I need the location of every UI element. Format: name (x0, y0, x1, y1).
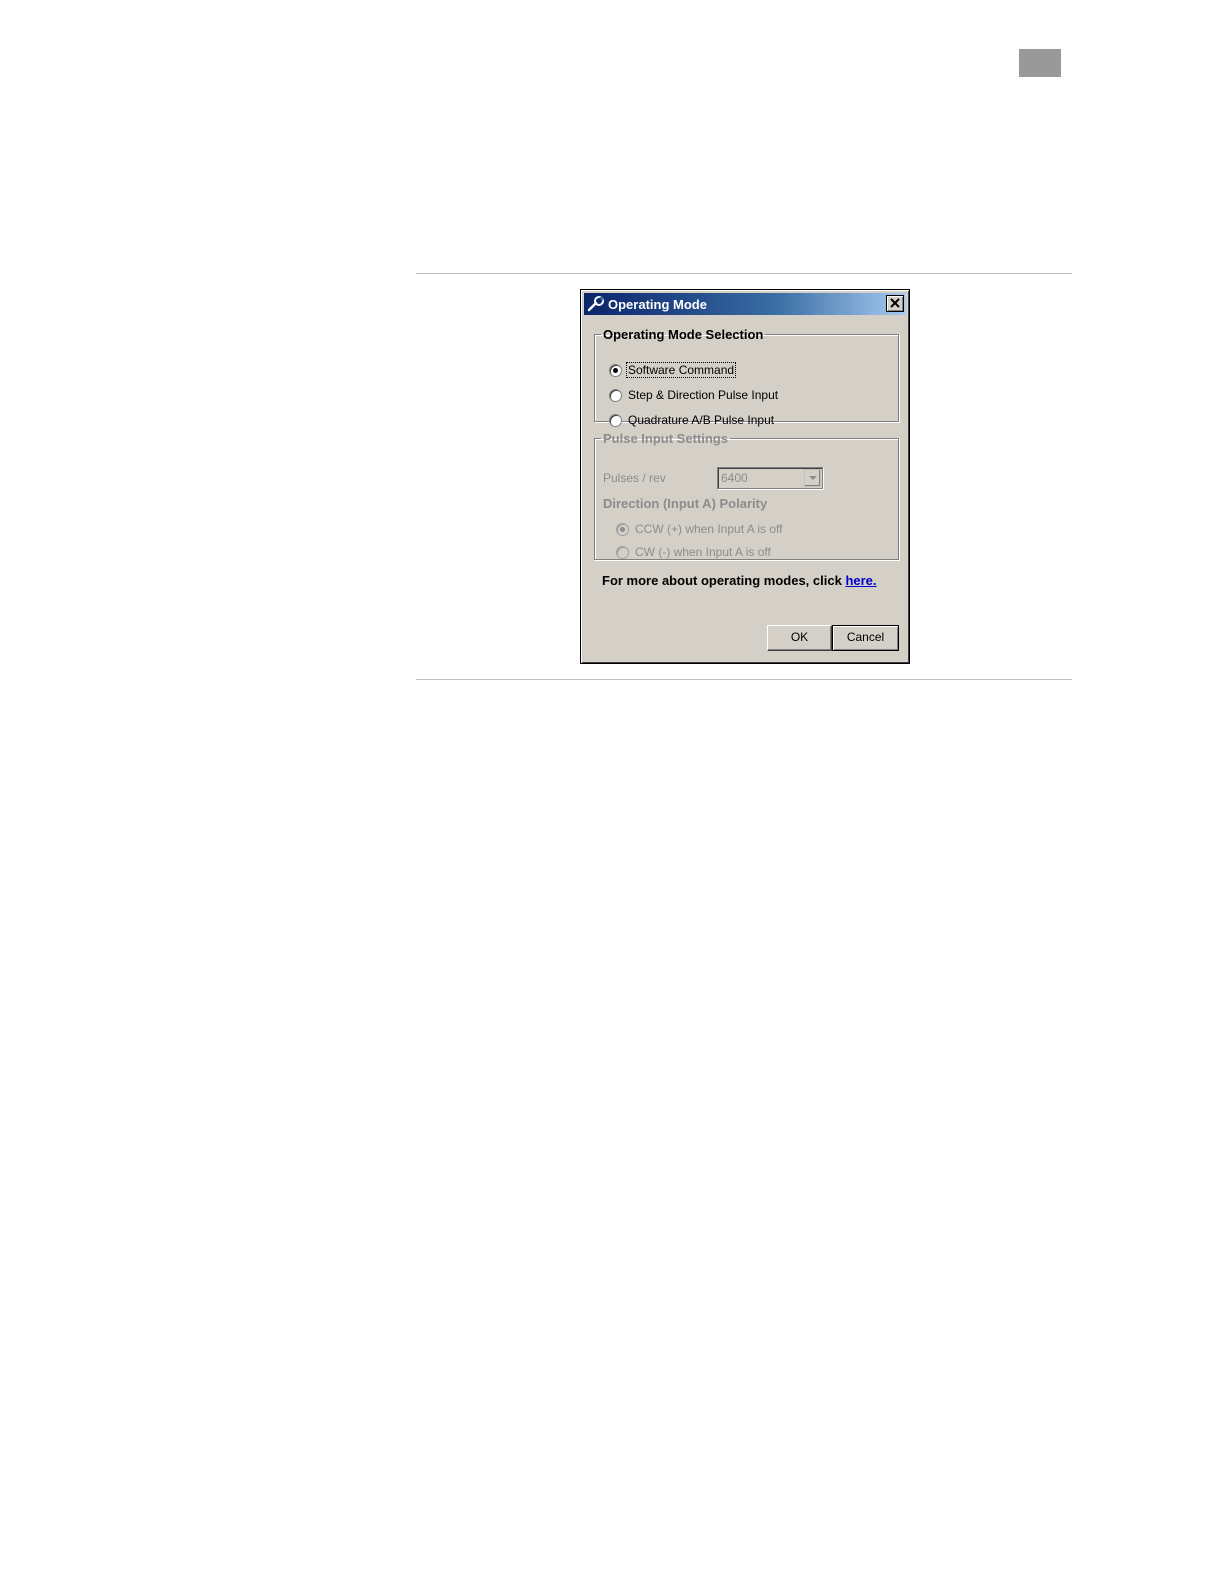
direction-polarity-heading: Direction (Input A) Polarity (603, 496, 768, 511)
operating-mode-selection-group: Operating Mode Selection Software Comman… (594, 327, 899, 427)
operating-mode-selection-legend: Operating Mode Selection (603, 327, 764, 342)
operating-modes-info: For more about operating modes, click he… (602, 573, 877, 588)
page-corner-tab (1019, 49, 1061, 77)
figure-bottom-rule (416, 679, 1072, 680)
pulses-per-rev-select[interactable]: 6400 (717, 467, 823, 489)
pulses-per-rev-label: Pulses / rev (603, 471, 666, 485)
radio-label: CCW (+) when Input A is off (635, 522, 783, 536)
here-link[interactable]: here. (845, 573, 876, 588)
chevron-down-icon (809, 476, 817, 480)
close-button[interactable] (886, 295, 904, 312)
close-icon (890, 298, 900, 308)
radio-button[interactable] (609, 414, 622, 427)
radio-cw-polarity[interactable]: CW (-) when Input A is off (616, 544, 816, 562)
info-text: For more about operating modes, click (602, 573, 842, 588)
pulses-per-rev-value: 6400 (721, 471, 748, 485)
radio-quadrature[interactable]: Quadrature A/B Pulse Input (609, 412, 809, 430)
radio-label: Quadrature A/B Pulse Input (628, 413, 775, 427)
pulse-input-settings-legend: Pulse Input Settings (603, 431, 728, 446)
radio-label: CW (-) when Input A is off (635, 545, 771, 559)
pulse-input-settings-group: Pulse Input Settings Pulses / rev 6400 D… (594, 431, 899, 560)
radio-label: Software Command (625, 362, 737, 378)
dropdown-arrow[interactable] (804, 469, 821, 487)
radio-software-command[interactable]: Software Command (609, 362, 809, 380)
operating-mode-dialog: Operating Mode Operating Mode Selection … (580, 289, 910, 664)
figure-top-rule (416, 273, 1072, 274)
radio-button[interactable] (609, 389, 622, 402)
dialog-title: Operating Mode (608, 297, 707, 312)
radio-step-direction[interactable]: Step & Direction Pulse Input (609, 387, 809, 405)
radio-label: Step & Direction Pulse Input (628, 388, 779, 402)
radio-button-selected[interactable] (616, 523, 629, 536)
radio-button-selected[interactable] (609, 364, 622, 377)
wrench-icon (587, 296, 604, 312)
ok-button[interactable]: OK (767, 625, 832, 651)
cancel-button[interactable]: Cancel (832, 625, 899, 651)
radio-ccw-polarity[interactable]: CCW (+) when Input A is off (616, 521, 816, 539)
dialog-titlebar[interactable]: Operating Mode (584, 293, 906, 315)
radio-button[interactable] (616, 546, 629, 559)
